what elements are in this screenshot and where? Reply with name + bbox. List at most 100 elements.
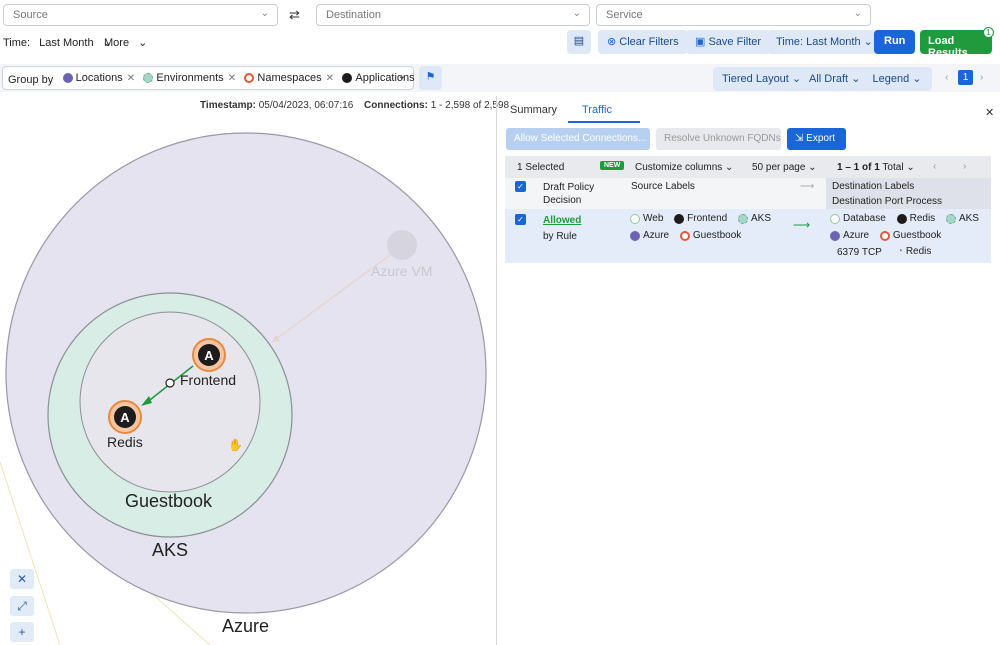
chip-environments[interactable]: Environments ✕ (143, 72, 236, 84)
close-panel-icon[interactable]: ✕ (985, 106, 994, 119)
tiered-layout-dropdown[interactable]: Tiered Layout ⌄ (713, 67, 811, 91)
guestbook-namespace-group[interactable] (79, 311, 261, 493)
close-icon[interactable]: ✕ (228, 73, 236, 84)
chip-namespaces[interactable]: Namespaces ✕ (244, 72, 334, 84)
azure-vm-node[interactable] (387, 230, 417, 260)
zoom-in-icon[interactable]: + (10, 622, 34, 642)
close-icon[interactable]: ✕ (127, 73, 135, 84)
database-icon: ▤ (573, 35, 585, 47)
chip-locations[interactable]: Locations ✕ (62, 72, 135, 84)
redis-label: Redis (107, 434, 143, 450)
groupby-selector[interactable]: Group by Locations ✕ Environments ✕ Namesp… (2, 66, 427, 90)
label-text: Azure (643, 230, 670, 241)
tiered-layout-label: Tiered Layout (722, 73, 789, 85)
clear-icon: ⊗ (607, 36, 617, 48)
ansible-glyph: A (120, 410, 130, 425)
guestbook-label: Guestbook (125, 491, 213, 511)
chevron-down-icon: ⌄ (572, 8, 581, 19)
dest-label-aks: AKS (945, 213, 979, 224)
customize-columns-dropdown[interactable]: Customize columns ⌄ (635, 162, 733, 173)
panel-divider[interactable] (496, 96, 497, 645)
service-placeholder: Service (606, 9, 643, 21)
service-filter[interactable]: Service ⌄ (596, 4, 871, 26)
allow-connections-button[interactable]: Allow Selected Connections... (506, 128, 650, 150)
arrow-right-icon: ⟶ (800, 181, 815, 192)
new-badge: NEW (600, 161, 625, 170)
frontend-label: Frontend (180, 372, 236, 388)
dest-label-redis: Redis (896, 213, 935, 224)
chevron-down-icon: ⌄ (863, 36, 873, 48)
azure-label: Azure (222, 616, 269, 636)
more-dropdown[interactable]: More ⌄ (104, 36, 147, 49)
legend-dropdown[interactable]: Legend ⌄ (862, 67, 932, 91)
range-text: 1 – 1 of (837, 162, 872, 173)
table-toolbar (505, 156, 991, 178)
chevron-down-icon: ⌄ (808, 162, 817, 173)
dest-label-guestbook: Guestbook (879, 230, 941, 241)
col-dest-port-header[interactable]: Destination Port Process (832, 196, 942, 207)
col-dest-header[interactable]: Destination Labels (832, 181, 914, 192)
save-filter-button[interactable]: ▣ Save Filter (686, 30, 771, 54)
per-page-dropdown[interactable]: 50 per page ⌄ (752, 162, 817, 173)
dest-labels: Database Redis AKS (830, 213, 987, 227)
col-source-header[interactable]: Source Labels (631, 181, 695, 192)
application-icon (896, 213, 907, 224)
source-label-guestbook: Guestbook (679, 230, 741, 241)
time-range-button[interactable]: Time: Last Month ⌄ (767, 30, 882, 54)
check-icon (165, 378, 175, 388)
label-text: AKS (750, 213, 771, 224)
col-decision-header[interactable]: Draft Policy Decision (543, 181, 613, 207)
environment-icon (737, 213, 748, 224)
all-draft-dropdown[interactable]: All Draft ⌄ (800, 67, 870, 91)
load-results-button[interactable]: Load Results (920, 30, 992, 59)
prev-page-icon[interactable]: ‹ (945, 72, 948, 83)
page-number[interactable]: 1 (958, 70, 973, 85)
source-filter[interactable]: Source ⌄ (3, 4, 278, 26)
swap-icon[interactable]: ⇄ (289, 7, 300, 23)
close-icon[interactable]: ✕ (326, 73, 334, 84)
tab-traffic[interactable]: Traffic (582, 104, 612, 116)
tab-summary[interactable]: Summary (510, 104, 557, 116)
next-page-icon[interactable]: › (980, 72, 983, 83)
chevron-down-icon: ⌄ (397, 71, 406, 82)
chip-applications[interactable]: Applications✕ (342, 72, 427, 84)
label-text: Azure (843, 230, 870, 241)
source-placeholder: Source (13, 9, 48, 21)
chevron-down-icon: ⌄ (725, 162, 734, 173)
total-label: Total (882, 162, 904, 173)
prev-page-icon[interactable]: ‹ (933, 161, 936, 172)
namespace-icon (244, 73, 255, 83)
chip-label: Environments (156, 72, 224, 84)
all-draft-label: All Draft (809, 73, 849, 85)
dest-labels-line2: Azure Guestbook (830, 230, 949, 244)
source-label-web: Web (630, 213, 663, 224)
location-icon (62, 73, 73, 83)
source-label-azure: Azure (630, 230, 669, 241)
role-icon (630, 213, 640, 224)
expand-icon[interactable]: ⤢ (10, 596, 34, 616)
run-button[interactable]: Run (874, 30, 915, 54)
destination-filter[interactable]: Destination ⌄ (316, 4, 590, 26)
decision-allowed-link[interactable]: Allowed (543, 215, 581, 226)
export-button[interactable]: ⇲ Export (787, 128, 846, 150)
chevron-down-icon: ⌄ (906, 162, 915, 173)
traffic-map[interactable]: A A ✋ Frontend Redis Guestbook AKS Azure… (0, 92, 496, 645)
chevron-down-icon: ⌄ (851, 73, 861, 85)
row-checkbox[interactable]: ✓ (515, 214, 526, 225)
environment-icon (143, 73, 154, 83)
range-total: 1 (874, 162, 880, 173)
chip-label: Namespaces (257, 72, 322, 84)
collapse-icon[interactable]: ✕ (10, 569, 34, 589)
export-label: Export (806, 133, 836, 144)
clear-filters-label: Clear Filters (619, 36, 679, 48)
clear-filters-button[interactable]: ⊗ Clear Filters (598, 30, 688, 54)
resolve-fqdns-button[interactable]: Resolve Unknown FQDNs (656, 128, 781, 150)
time-selector[interactable]: Time: Last Month ⌄ (3, 36, 112, 49)
bookmark-button[interactable]: ⚑ (419, 66, 442, 90)
label-text: Web (643, 213, 664, 224)
next-page-icon[interactable]: › (963, 161, 966, 172)
database-button[interactable]: ▤ (567, 30, 591, 54)
select-all-checkbox[interactable]: ✓ (515, 181, 526, 192)
source-label-frontend: Frontend (674, 213, 727, 224)
export-icon: ⇲ (795, 133, 804, 144)
